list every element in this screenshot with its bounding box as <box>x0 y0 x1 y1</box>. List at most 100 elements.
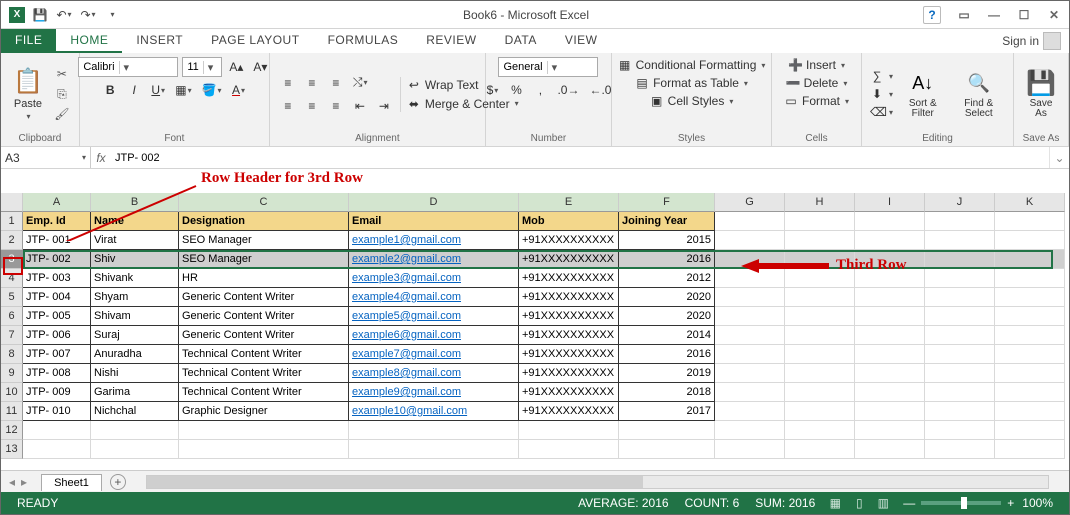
table-cell[interactable]: 2018 <box>619 383 715 402</box>
table-cell[interactable]: JTP- 008 <box>23 364 91 383</box>
table-cell[interactable]: JTP- 004 <box>23 288 91 307</box>
table-cell[interactable]: JTP- 009 <box>23 383 91 402</box>
empty-cell[interactable] <box>715 383 785 402</box>
zoom-slider[interactable] <box>921 501 1001 505</box>
table-cell[interactable]: +91XXXXXXXXXX <box>519 269 619 288</box>
table-cell[interactable]: Graphic Designer <box>179 402 349 421</box>
empty-cell[interactable] <box>925 288 995 307</box>
table-cell[interactable]: SEO Manager <box>179 250 349 269</box>
empty-cell[interactable] <box>349 421 519 440</box>
empty-cell[interactable] <box>785 212 855 231</box>
row-header[interactable]: 5 <box>1 288 23 307</box>
empty-cell[interactable] <box>925 307 995 326</box>
delete-cells-button[interactable]: ➖Delete▾ <box>786 75 848 91</box>
table-cell[interactable]: +91XXXXXXXXXX <box>519 345 619 364</box>
border-button[interactable]: ▦▾ <box>172 80 194 100</box>
empty-cell[interactable] <box>715 288 785 307</box>
table-cell[interactable]: +91XXXXXXXXXX <box>519 250 619 269</box>
empty-cell[interactable] <box>855 212 925 231</box>
table-cell[interactable]: Anuradha <box>91 345 179 364</box>
table-cell[interactable]: 2012 <box>619 269 715 288</box>
empty-cell[interactable] <box>855 307 925 326</box>
empty-cell[interactable] <box>995 440 1065 459</box>
table-cell[interactable]: Garima <box>91 383 179 402</box>
empty-cell[interactable] <box>715 250 785 269</box>
table-cell[interactable]: +91XXXXXXXXXX <box>519 326 619 345</box>
empty-cell[interactable] <box>785 326 855 345</box>
column-header[interactable]: B <box>91 193 179 212</box>
align-left-icon[interactable]: ≡ <box>278 96 298 116</box>
empty-cell[interactable] <box>855 364 925 383</box>
align-middle-icon[interactable]: ≡ <box>302 73 322 93</box>
empty-cell[interactable] <box>995 288 1065 307</box>
empty-cell[interactable] <box>925 402 995 421</box>
empty-cell[interactable] <box>785 440 855 459</box>
empty-cell[interactable] <box>785 364 855 383</box>
new-sheet-button[interactable]: + <box>110 474 126 490</box>
empty-cell[interactable] <box>715 307 785 326</box>
table-cell[interactable]: Virat <box>91 231 179 250</box>
empty-cell[interactable] <box>715 402 785 421</box>
view-normal-icon[interactable]: ▦ <box>824 495 846 511</box>
empty-cell[interactable] <box>855 440 925 459</box>
underline-button[interactable]: U▾ <box>148 80 168 100</box>
accounting-format-icon[interactable]: $▾ <box>482 80 502 100</box>
number-format-combo[interactable]: General▾ <box>498 57 598 77</box>
empty-cell[interactable] <box>715 421 785 440</box>
column-header[interactable]: K <box>995 193 1065 212</box>
sheet-nav-first-icon[interactable]: ◂ <box>9 475 15 489</box>
empty-cell[interactable] <box>855 383 925 402</box>
paste-button[interactable]: 📋 Paste ▾ <box>9 66 47 123</box>
format-painter-icon[interactable]: 🖌 <box>53 105 71 123</box>
maximize-icon[interactable]: ☐ <box>1009 1 1039 29</box>
conditional-formatting-button[interactable]: ▦Conditional Formatting▾ <box>618 57 766 73</box>
table-cell[interactable]: Technical Content Writer <box>179 345 349 364</box>
empty-cell[interactable] <box>91 440 179 459</box>
table-cell[interactable]: +91XXXXXXXXXX <box>519 364 619 383</box>
empty-cell[interactable] <box>715 212 785 231</box>
table-cell[interactable]: example8@gmail.com <box>349 364 519 383</box>
minimize-icon[interactable]: — <box>979 1 1009 29</box>
cut-icon[interactable]: ✂ <box>53 65 71 83</box>
increase-indent-icon[interactable]: ⇥ <box>374 96 394 116</box>
empty-cell[interactable] <box>715 231 785 250</box>
table-cell[interactable]: +91XXXXXXXXXX <box>519 383 619 402</box>
ribbon-display-icon[interactable]: ▭ <box>949 1 979 29</box>
table-cell[interactable]: +91XXXXXXXXXX <box>519 231 619 250</box>
table-cell[interactable]: JTP- 003 <box>23 269 91 288</box>
align-bottom-icon[interactable]: ≡ <box>326 73 346 93</box>
empty-cell[interactable] <box>855 231 925 250</box>
table-cell[interactable]: 2020 <box>619 307 715 326</box>
empty-cell[interactable] <box>715 440 785 459</box>
cell-styles-button[interactable]: ▣Cell Styles▾ <box>650 93 734 109</box>
empty-cell[interactable] <box>925 231 995 250</box>
close-icon[interactable]: ✕ <box>1039 1 1069 29</box>
column-header[interactable]: I <box>855 193 925 212</box>
row-header[interactable]: 10 <box>1 383 23 402</box>
autosum-button[interactable]: ∑▾ <box>870 68 893 84</box>
empty-cell[interactable] <box>995 421 1065 440</box>
table-cell[interactable]: example1@gmail.com <box>349 231 519 250</box>
save-icon[interactable]: 💾 <box>31 6 49 24</box>
table-cell[interactable]: JTP- 002 <box>23 250 91 269</box>
insert-cells-button[interactable]: ➕Insert▾ <box>788 57 845 73</box>
italic-button[interactable]: I <box>124 80 144 100</box>
align-center-icon[interactable]: ≡ <box>302 96 322 116</box>
row-header[interactable]: 1 <box>1 212 23 231</box>
table-cell[interactable]: Shiv <box>91 250 179 269</box>
font-name-combo[interactable]: Calibri▾ <box>78 57 178 77</box>
row-header[interactable]: 7 <box>1 326 23 345</box>
formula-expand-icon[interactable]: ⌄ <box>1049 147 1069 168</box>
row-header[interactable]: 2 <box>1 231 23 250</box>
tab-review[interactable]: REVIEW <box>412 29 490 53</box>
table-cell[interactable]: HR <box>179 269 349 288</box>
empty-cell[interactable] <box>715 326 785 345</box>
help-icon[interactable]: ? <box>923 6 941 24</box>
row-header[interactable]: 9 <box>1 364 23 383</box>
table-cell[interactable]: Generic Content Writer <box>179 307 349 326</box>
decrease-decimal-icon[interactable]: ←.0 <box>586 80 614 100</box>
empty-cell[interactable] <box>925 212 995 231</box>
empty-cell[interactable] <box>349 440 519 459</box>
empty-cell[interactable] <box>715 364 785 383</box>
sign-in[interactable]: Sign in <box>994 29 1069 53</box>
